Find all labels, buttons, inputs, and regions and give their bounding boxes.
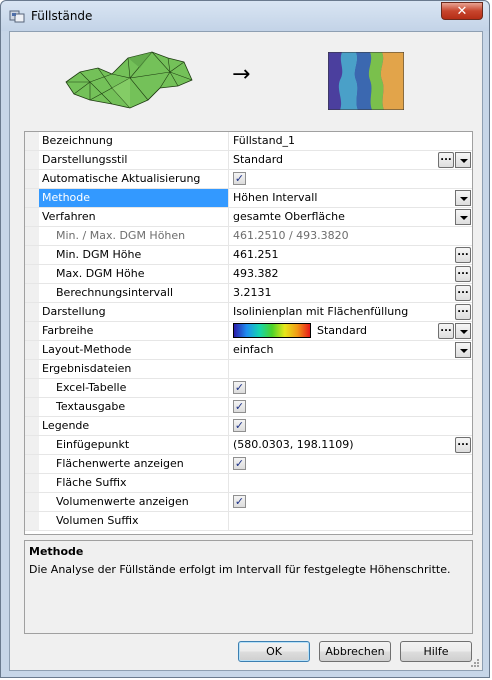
property-value[interactable]: 461.251 xyxy=(233,246,279,264)
property-label: Volumen Suffix xyxy=(56,514,139,527)
property-row-methode[interactable]: Methode Höhen Intervall xyxy=(25,189,472,208)
property-row-flaeche-suffix[interactable]: Fläche Suffix xyxy=(25,474,472,493)
auto-update-checkbox[interactable]: ✓ xyxy=(233,172,246,185)
dropdown-arrow-icon[interactable] xyxy=(455,209,471,225)
property-label: Einfügepunkt xyxy=(56,438,130,451)
text-output-checkbox[interactable]: ✓ xyxy=(233,400,246,413)
property-row-volumen-suffix[interactable]: Volumen Suffix xyxy=(25,512,472,531)
title-bar[interactable]: Füllstände ✕ xyxy=(1,1,489,31)
ok-button[interactable]: OK xyxy=(238,641,310,662)
property-row-flaechenwerte[interactable]: Flächenwerte anzeigen ✓ xyxy=(25,455,472,474)
property-row-max-dgm[interactable]: Max. DGM Höhe 493.382 ... xyxy=(25,265,472,284)
property-value: Höhen Intervall xyxy=(233,191,318,204)
property-label: Textausgabe xyxy=(56,400,126,413)
dropdown-arrow-icon[interactable] xyxy=(455,152,471,168)
property-value[interactable]: (580.0303, 198.1109) xyxy=(233,436,354,454)
legend-checkbox[interactable]: ✓ xyxy=(233,419,246,432)
color-ramp-swatch xyxy=(233,323,311,338)
dropdown-arrow-icon[interactable] xyxy=(455,190,471,206)
property-row-einfuegepunkt[interactable]: Einfügepunkt (580.0303, 198.1109) ... xyxy=(25,436,472,455)
dialog-window: Füllstände ✕ → Bezeichnung Füllstand_1 D… xyxy=(0,0,490,678)
property-label: Verfahren xyxy=(42,210,96,223)
property-label: Automatische Aktualisierung xyxy=(42,172,201,185)
ellipsis-button[interactable]: ... xyxy=(455,247,471,263)
level-map-icon xyxy=(328,52,404,110)
property-value: Standard xyxy=(233,153,284,166)
property-label: Darstellungsstil xyxy=(42,153,128,166)
property-label: Min. DGM Höhe xyxy=(56,248,142,261)
property-label: Berechnungsintervall xyxy=(56,286,174,299)
property-label: Bezeichnung xyxy=(42,134,113,147)
property-label: Min. / Max. DGM Höhen xyxy=(56,229,186,242)
help-button[interactable]: Hilfe xyxy=(400,641,472,662)
dialog-client-area: → Bezeichnung Füllstand_1 Darstellungsst… xyxy=(9,31,483,671)
property-row-verfahren[interactable]: Verfahren gesamte Oberfläche xyxy=(25,208,472,227)
property-label: Max. DGM Höhe xyxy=(56,267,145,280)
resize-grip-icon[interactable] xyxy=(470,658,480,668)
property-value: gesamte Oberfläche xyxy=(233,210,345,223)
property-row-darstellungsstil[interactable]: Darstellungsstil Standard ... xyxy=(25,151,472,170)
property-value[interactable]: 3.2131 xyxy=(233,284,272,302)
terrain-mesh-icon xyxy=(65,51,193,109)
dropdown-arrow-icon[interactable] xyxy=(455,342,471,358)
volume-values-checkbox[interactable]: ✓ xyxy=(233,495,246,508)
ellipsis-button[interactable]: ... xyxy=(455,437,471,453)
property-label: Layout-Methode xyxy=(42,343,132,356)
property-label: Fläche Suffix xyxy=(56,476,127,489)
property-row-darstellung[interactable]: Darstellung Isolinienplan mit Flächenfül… xyxy=(25,303,472,322)
property-grid[interactable]: Bezeichnung Füllstand_1 Darstellungsstil… xyxy=(24,131,473,535)
app-icon xyxy=(9,10,25,23)
ellipsis-button[interactable]: ... xyxy=(455,304,471,320)
property-label: Volumenwerte anzeigen xyxy=(56,495,189,508)
cancel-button[interactable]: Abbrechen xyxy=(319,641,391,662)
property-label: Darstellung xyxy=(42,305,106,318)
property-label: Legende xyxy=(42,419,90,432)
property-row-ergebnisdateien: Ergebnisdateien xyxy=(25,360,472,379)
property-value: Standard xyxy=(317,324,368,337)
area-values-checkbox[interactable]: ✓ xyxy=(233,457,246,470)
property-value[interactable]: Füllstand_1 xyxy=(233,132,295,150)
ellipsis-button[interactable]: ... xyxy=(438,323,454,339)
description-title: Methode xyxy=(29,545,84,558)
property-value: einfach xyxy=(233,343,274,356)
property-row-interval[interactable]: Berechnungsintervall 3.2131 ... xyxy=(25,284,472,303)
property-row-volumenwerte[interactable]: Volumenwerte anzeigen ✓ xyxy=(25,493,472,512)
property-row-auto-update[interactable]: Automatische Aktualisierung ✓ xyxy=(25,170,472,189)
property-row-layout-methode[interactable]: Layout-Methode einfach xyxy=(25,341,472,360)
dropdown-arrow-icon[interactable] xyxy=(455,323,471,339)
description-text: Die Analyse der Füllstände erfolgt im In… xyxy=(29,563,451,576)
preview-area: → xyxy=(10,32,482,127)
property-row-min-dgm[interactable]: Min. DGM Höhe 461.251 ... xyxy=(25,246,472,265)
ellipsis-button[interactable]: ... xyxy=(438,152,454,168)
property-row-bezeichnung[interactable]: Bezeichnung Füllstand_1 xyxy=(25,132,472,151)
property-row-farbreihe[interactable]: Farbreihe Standard ... xyxy=(25,322,472,341)
property-row-excel[interactable]: Excel-Tabelle ✓ xyxy=(25,379,472,398)
property-row-textausgabe[interactable]: Textausgabe ✓ xyxy=(25,398,472,417)
ellipsis-button[interactable]: ... xyxy=(455,285,471,301)
excel-checkbox[interactable]: ✓ xyxy=(233,381,246,394)
arrow-right-icon: → xyxy=(232,62,251,87)
close-button[interactable]: ✕ xyxy=(441,2,483,20)
property-row-min-max-dgm: Min. / Max. DGM Höhen 461.2510 / 493.382… xyxy=(25,227,472,246)
property-label: Flächenwerte anzeigen xyxy=(56,457,184,470)
description-panel: Methode Die Analyse der Füllstände erfol… xyxy=(24,540,473,634)
ellipsis-button[interactable]: ... xyxy=(455,266,471,282)
window-title: Füllstände xyxy=(31,9,93,23)
property-label: Ergebnisdateien xyxy=(42,362,132,375)
property-row-legende[interactable]: Legende ✓ xyxy=(25,417,472,436)
property-label: Excel-Tabelle xyxy=(56,381,127,394)
property-label: Farbreihe xyxy=(42,324,94,337)
property-value: 461.2510 / 493.3820 xyxy=(233,229,349,242)
property-value: Isolinienplan mit Flächenfüllung xyxy=(233,305,409,318)
property-value[interactable]: 493.382 xyxy=(233,265,279,283)
property-label: Methode xyxy=(42,191,91,204)
